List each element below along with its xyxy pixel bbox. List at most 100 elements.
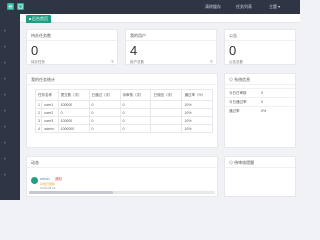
divider — [225, 167, 295, 168]
table-cell: 10% — [181, 116, 213, 125]
chevron-right-icon: › — [4, 92, 6, 98]
theme-menu[interactable]: 主题 ▾ — [269, 4, 280, 9]
chevron-right-icon: › — [4, 44, 6, 50]
table-cell: user3 — [41, 116, 59, 125]
info-row: 通过率 0% — [225, 106, 295, 115]
stat-unit: 个 — [209, 60, 214, 64]
stat-subtitle: 待办任务 — [31, 60, 45, 64]
divider — [27, 84, 217, 85]
sidebar-item-4[interactable]: › — [0, 75, 20, 83]
table-row: 2 user2 0 0 0 10% — [34, 108, 213, 117]
table-row: 4 admin 1000000 0 0 10% — [34, 124, 213, 133]
chevron-right-icon: › — [4, 172, 6, 178]
avatar — [31, 177, 38, 184]
table-cell: 10% — [181, 108, 213, 117]
table-cell: 0 — [88, 100, 121, 109]
table-cell — [150, 124, 183, 133]
tab-home-label: 后台首页 — [32, 16, 48, 21]
sidebar-item-5[interactable]: › — [0, 91, 20, 99]
refresh-button[interactable] — [17, 3, 24, 10]
table-cell: 0 — [119, 116, 152, 125]
sidebar-item-7[interactable]: › — [0, 123, 20, 131]
pending-title: 待审核提醒 — [234, 160, 255, 165]
system-info-title: 系统信息 — [234, 77, 251, 82]
sidebar-item-6[interactable]: › — [0, 107, 20, 115]
sidebar: › › › › › › › › › › — [0, 14, 20, 200]
table-cell: user1 — [41, 100, 59, 109]
top-navbar: 清除缓存 任务列表 主题 ▾ — [0, 0, 300, 14]
refresh-icon — [18, 4, 23, 9]
stat-value: 0 — [31, 43, 39, 58]
table-cell: 10% — [181, 100, 213, 109]
system-info-panel: ⊙ 系统信息 今日已审核 0 今日通过率 0 通过率 0% — [224, 73, 296, 148]
column-header: 通过率（%） — [181, 89, 213, 101]
sidebar-item-3[interactable]: › — [0, 59, 20, 67]
sidebar-item-9[interactable]: › — [0, 155, 20, 163]
task-statistics-panel: 我的任务统计 任务名称 提交数（次） 已通过（次） 待审核（次） 已驳回（次） … — [26, 73, 218, 148]
column-header: 已驳回（次） — [150, 89, 183, 101]
stat-card-my-users: 我的用户 4 用户总数 个 — [125, 29, 217, 65]
menu-icon — [8, 4, 13, 9]
stat-card-title: 待办任务数 — [31, 33, 51, 38]
info-value: 0 — [261, 91, 263, 95]
stat-value: 0 — [229, 43, 237, 58]
chevron-right-icon: › — [4, 140, 6, 146]
menu-toggle-button[interactable] — [7, 3, 14, 10]
tab-bar: 后台首页 — [20, 14, 300, 23]
dynamic-time: 2018-08-18 — [40, 186, 56, 190]
scrollbar-thumb[interactable] — [29, 191, 113, 194]
table-cell — [150, 116, 183, 125]
table-cell: user2 — [41, 108, 59, 117]
divider — [225, 84, 295, 85]
table-cell: 1000000 — [57, 124, 90, 133]
stat-subtitle: 公告总数 — [229, 60, 243, 64]
divider — [225, 40, 295, 41]
panel-title: 我的任务统计 — [31, 77, 55, 82]
info-row: 今日通过率 0 — [225, 97, 295, 106]
table-cell: 0 — [119, 124, 152, 133]
info-icon: ⊙ — [229, 77, 233, 82]
task-list-link[interactable]: 任务列表 — [236, 4, 252, 9]
info-label: 今日通过率 — [229, 100, 247, 104]
table-cell: 100000 — [57, 100, 90, 109]
chevron-right-icon: › — [4, 60, 6, 66]
info-label: 今日已审核 — [229, 91, 247, 95]
table-row: 3 user3 100000 0 0 10% — [34, 116, 213, 125]
sidebar-item-8[interactable]: › — [0, 139, 20, 147]
chevron-right-icon: › — [4, 156, 6, 162]
sidebar-item-1[interactable]: › — [0, 27, 20, 35]
clear-cache-link[interactable]: 清除缓存 — [205, 4, 221, 9]
dynamics-panel: 动态 admin 通知 系统已更新 2018-08-18 — [26, 156, 218, 197]
table-header-row: 任务名称 提交数（次） 已通过（次） 待审核（次） 已驳回（次） 通过率（%） — [35, 89, 213, 101]
horizontal-scrollbar[interactable] — [29, 191, 215, 194]
divider — [27, 40, 117, 41]
sidebar-item-2[interactable]: › — [0, 43, 20, 51]
sidebar-item-10[interactable]: › — [0, 171, 20, 179]
tab-home[interactable]: 后台首页 — [26, 15, 51, 23]
table-cell: 0 — [88, 108, 121, 117]
column-header: 已通过（次） — [88, 89, 121, 101]
table-cell: admin — [41, 124, 59, 133]
dynamic-user-link[interactable]: admin — [40, 177, 50, 181]
panel-title: 动态 — [31, 160, 39, 165]
chevron-right-icon: › — [4, 108, 6, 114]
task-statistics-table: 任务名称 提交数（次） 已通过（次） 待审核（次） 已驳回（次） 通过率（%） … — [34, 89, 213, 133]
column-header: 待审核（次） — [119, 89, 152, 101]
info-value: 0 — [261, 100, 263, 104]
dynamic-tag: 通知 — [55, 177, 62, 181]
home-dot-icon — [29, 17, 31, 20]
info-label: 通过率 — [229, 109, 240, 113]
divider — [27, 167, 217, 168]
stat-unit: 个 — [110, 60, 115, 64]
stat-subtitle: 用户总数 — [130, 60, 144, 64]
chevron-right-icon: › — [4, 76, 6, 82]
table-cell: 0 — [88, 116, 121, 125]
pending-review-panel: ⊙ 待审核提醒 — [224, 156, 296, 197]
bell-icon: ⊙ — [229, 160, 233, 165]
table-cell: 100000 — [57, 116, 90, 125]
table-cell: 10% — [181, 124, 213, 133]
table-row: 1 user1 100000 0 0 10% — [34, 100, 213, 109]
theme-label: 主题 — [269, 4, 277, 9]
info-value: 0% — [261, 109, 267, 113]
panel-title: ⊙ 待审核提醒 — [229, 160, 254, 165]
